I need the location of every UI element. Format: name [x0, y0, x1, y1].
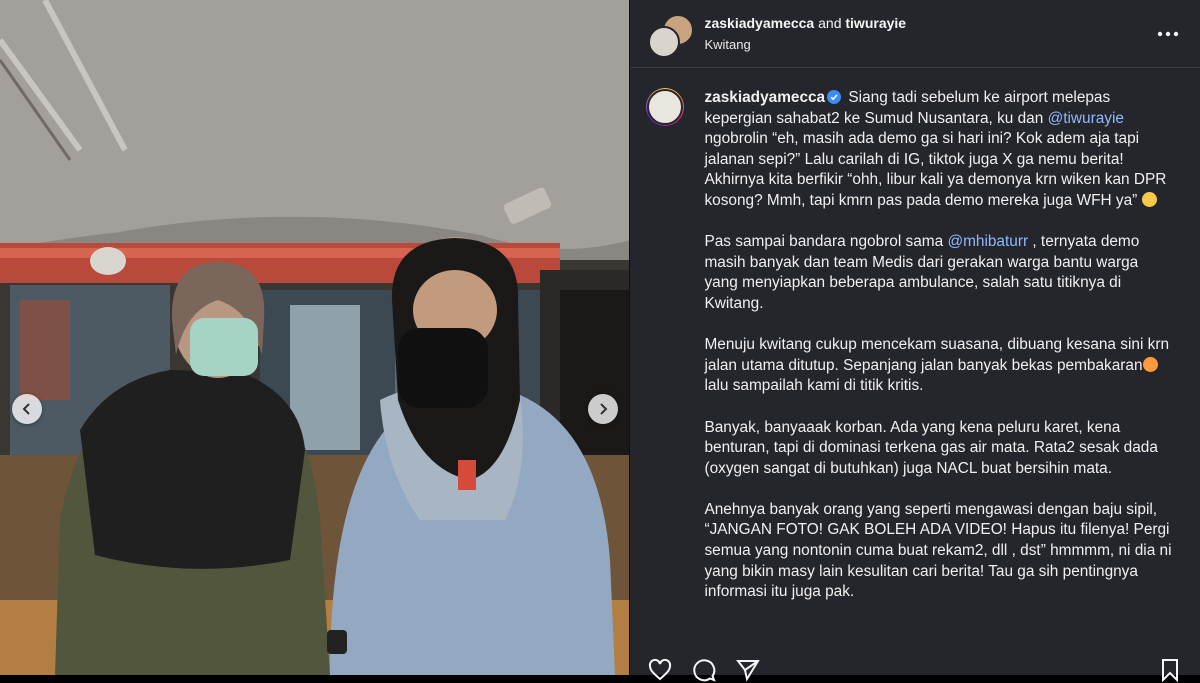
caption-paragraph: zaskiadyamecca Siang tadi sebelum ke air… — [704, 88, 1174, 212]
send-icon[interactable] — [736, 658, 761, 682]
caption-text: Pas sampai bandara ngobrol sama — [704, 233, 944, 251]
post-caption: zaskiadyamecca Siang tadi sebelum ke air… — [704, 88, 1174, 623]
more-options-icon — [1157, 31, 1179, 36]
caption-text: Menuju kwitang cukup mencekam suasana, d… — [704, 336, 1170, 374]
mention-link[interactable]: @mhibaturr — [947, 233, 1028, 250]
heart-icon[interactable] — [648, 658, 672, 682]
angry-face-emoji-icon — [1142, 356, 1158, 372]
chevron-right-icon — [600, 403, 608, 415]
username-link[interactable]: zaskiadyamecca — [704, 15, 814, 31]
bookmark-icon[interactable] — [1158, 658, 1182, 682]
username-link[interactable]: tiwurayie — [845, 15, 906, 31]
caption-paragraph: Anehnya banyak orang yang seperti mengaw… — [704, 500, 1172, 601]
caption-paragraph: Pas sampai bandara ngobrol sama @mhibatu… — [704, 232, 1174, 314]
post-photo — [0, 0, 630, 675]
instagram-post-view: zaskiadyamecca and tiwurayie Kwitang zas… — [0, 0, 1200, 682]
carousel-next-button[interactable] — [588, 394, 618, 424]
caption-username-link[interactable]: zaskiadyamecca — [704, 89, 825, 106]
flushed-face-emoji-icon — [1141, 191, 1157, 207]
post-details-panel: zaskiadyamecca and tiwurayie Kwitang zas… — [629, 0, 1200, 682]
caption-row: zaskiadyamecca Siang tadi sebelum ke air… — [630, 68, 1200, 623]
post-actions-bar — [630, 657, 1200, 683]
mention-link[interactable]: @tiwurayie — [1048, 110, 1124, 127]
and-label: and — [818, 15, 842, 31]
chevron-left-icon — [22, 403, 30, 415]
caption-paragraph: Menuju kwitang cukup mencekam suasana, d… — [704, 335, 1174, 397]
author-avatar[interactable] — [646, 88, 685, 126]
post-header: zaskiadyamecca and tiwurayie Kwitang — [630, 0, 1200, 68]
collab-avatars[interactable] — [648, 13, 695, 58]
avatar — [648, 25, 681, 58]
carousel-prev-button[interactable] — [12, 394, 42, 424]
caption-text: ngobrolin “eh, masih ada demo ga si hari… — [704, 130, 1167, 209]
comment-icon[interactable] — [692, 658, 717, 682]
avatar — [647, 89, 684, 125]
ambulance-interior-photo — [0, 0, 630, 675]
more-options-button[interactable] — [1154, 20, 1182, 48]
header-text: zaskiadyamecca and tiwurayie Kwitang — [704, 15, 1154, 52]
collab-usernames: zaskiadyamecca and tiwurayie — [704, 15, 1154, 31]
caption-paragraph: Banyak, banyaaak korban. Ada yang kena p… — [704, 418, 1158, 477]
verified-badge-icon — [827, 90, 842, 104]
caption-text: lalu sampailah kami di titik kritis. — [704, 377, 924, 395]
location-link[interactable]: Kwitang — [704, 37, 1154, 52]
